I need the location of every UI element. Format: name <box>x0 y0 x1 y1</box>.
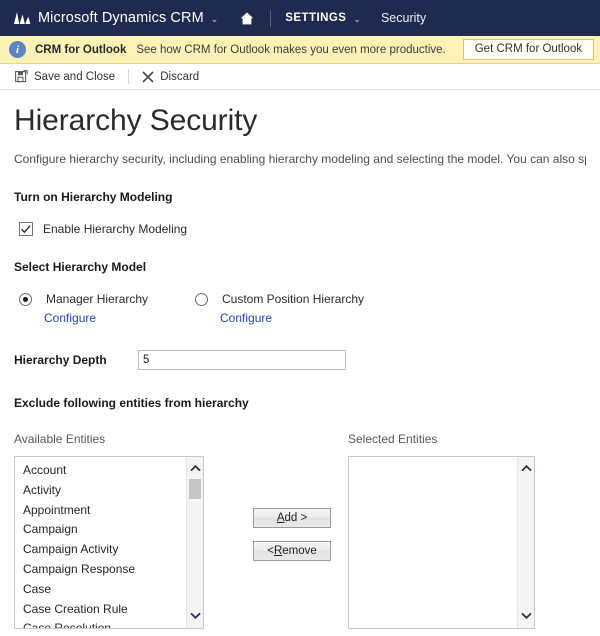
custom-position-hierarchy-radio[interactable] <box>195 292 208 306</box>
manager-hierarchy-label: Manager Hierarchy <box>46 292 149 306</box>
dynamics-crm-logo-icon <box>14 11 31 25</box>
chevron-down-icon[interactable]: ⌄ <box>211 14 219 25</box>
add-button-accelerator: A <box>276 512 285 524</box>
nav-divider <box>270 9 272 27</box>
section-title-turn-on-hierarchy-modeling: Turn on Hierarchy Modeling <box>14 190 173 204</box>
list-item[interactable]: Appointment <box>15 501 186 521</box>
list-item[interactable]: Case Creation Rule <box>15 600 186 620</box>
page-title: Hierarchy Security <box>14 104 258 137</box>
custom-position-hierarchy-label: Custom Position Hierarchy <box>222 292 365 306</box>
save-and-close-icon <box>15 70 28 83</box>
scroll-down-icon[interactable] <box>187 607 203 623</box>
page-content: Hierarchy Security Configure hierarchy s… <box>0 104 600 636</box>
top-navigation-bar: Microsoft Dynamics CRM ⌄ SETTINGS ⌄ Secu… <box>0 0 600 36</box>
remove-button[interactable]: < Remove <box>253 541 331 561</box>
scroll-up-icon[interactable] <box>518 460 534 476</box>
radio-selected-dot <box>23 296 28 302</box>
custom-position-hierarchy-configure-link[interactable]: Configure <box>220 311 272 325</box>
transfer-lists: Account Activity Appointment Campaign Campai… <box>14 456 586 636</box>
available-entities-items: Account Activity Appointment Campaign Campai… <box>15 457 186 628</box>
transfer-list-captions: Available Entities Selected Entities <box>14 432 586 450</box>
transfer-buttons: Add > < Remove <box>253 508 331 561</box>
list-item[interactable]: Campaign Response <box>15 560 186 580</box>
brand-title[interactable]: Microsoft Dynamics CRM <box>38 10 204 26</box>
list-item[interactable]: Activity <box>15 481 186 501</box>
command-bar: Save and Close Discard <box>0 64 600 90</box>
remove-button-accelerator: R <box>273 545 283 557</box>
selected-entities-items <box>349 457 517 628</box>
section-title-select-hierarchy-model: Select Hierarchy Model <box>14 260 147 274</box>
hierarchy-depth-row: Hierarchy Depth <box>14 348 586 372</box>
notification-bar: i CRM for Outlook See how CRM for Outloo… <box>0 36 600 64</box>
page-description: Configure hierarchy security, including … <box>14 152 586 166</box>
list-item[interactable]: Campaign <box>15 520 186 540</box>
breadcrumb[interactable]: Security <box>381 11 426 25</box>
manager-hierarchy-radio[interactable] <box>19 292 32 306</box>
add-button-suffix: dd > <box>284 512 308 524</box>
notification-title: CRM for Outlook <box>35 43 127 56</box>
discard-label: Discard <box>160 70 200 83</box>
manager-hierarchy-row[interactable]: Manager Hierarchy <box>19 292 148 306</box>
remove-button-suffix: emove <box>282 545 317 557</box>
custom-position-hierarchy-row[interactable]: Custom Position Hierarchy <box>195 292 364 306</box>
list-item[interactable]: Case Resolution <box>15 619 186 628</box>
scroll-down-icon[interactable] <box>518 607 534 623</box>
remove-button-prefix: < <box>267 545 274 557</box>
save-and-close-button[interactable]: Save and Close <box>15 70 115 83</box>
save-and-close-label: Save and Close <box>34 70 116 83</box>
nav-settings-label[interactable]: SETTINGS <box>285 12 346 24</box>
info-icon: i <box>9 41 26 58</box>
scrollbar-thumb[interactable] <box>189 479 201 499</box>
enable-hierarchy-modeling-row[interactable]: Enable Hierarchy Modeling <box>14 222 586 236</box>
list-item[interactable]: Campaign Activity <box>15 540 186 560</box>
discard-icon <box>142 70 154 83</box>
hierarchy-depth-input[interactable] <box>138 350 346 370</box>
manager-hierarchy-option: Manager Hierarchy Configure <box>19 292 148 325</box>
command-divider <box>128 69 130 84</box>
available-entities-caption: Available Entities <box>14 432 106 446</box>
hierarchy-depth-label: Hierarchy Depth <box>14 353 107 367</box>
custom-position-hierarchy-option: Custom Position Hierarchy Configure <box>195 292 364 325</box>
available-entities-listbox[interactable]: Account Activity Appointment Campaign Campai… <box>14 456 204 629</box>
available-entities-scrollbar[interactable] <box>186 457 203 628</box>
selected-entities-listbox[interactable] <box>348 456 535 629</box>
list-item[interactable]: Case <box>15 580 186 600</box>
home-icon[interactable] <box>240 12 254 25</box>
list-item[interactable]: Account <box>15 461 186 481</box>
selected-entities-caption: Selected Entities <box>348 432 438 446</box>
get-crm-for-outlook-button[interactable]: Get CRM for Outlook <box>462 39 595 60</box>
notification-message: See how CRM for Outlook makes you even m… <box>136 43 446 56</box>
enable-hierarchy-modeling-checkbox[interactable] <box>19 222 33 236</box>
manager-hierarchy-configure-link[interactable]: Configure <box>44 311 96 325</box>
section-title-exclude-entities: Exclude following entities from hierarch… <box>14 396 249 410</box>
discard-button[interactable]: Discard <box>142 71 199 83</box>
add-button[interactable]: Add > <box>253 508 331 528</box>
enable-hierarchy-modeling-label: Enable Hierarchy Modeling <box>43 222 188 236</box>
selected-entities-scrollbar[interactable] <box>517 457 534 628</box>
scroll-up-icon[interactable] <box>187 460 203 476</box>
settings-chevron-down-icon[interactable]: ⌄ <box>353 14 361 25</box>
hierarchy-model-radio-group: Manager Hierarchy Configure Custom Posit… <box>14 292 586 334</box>
